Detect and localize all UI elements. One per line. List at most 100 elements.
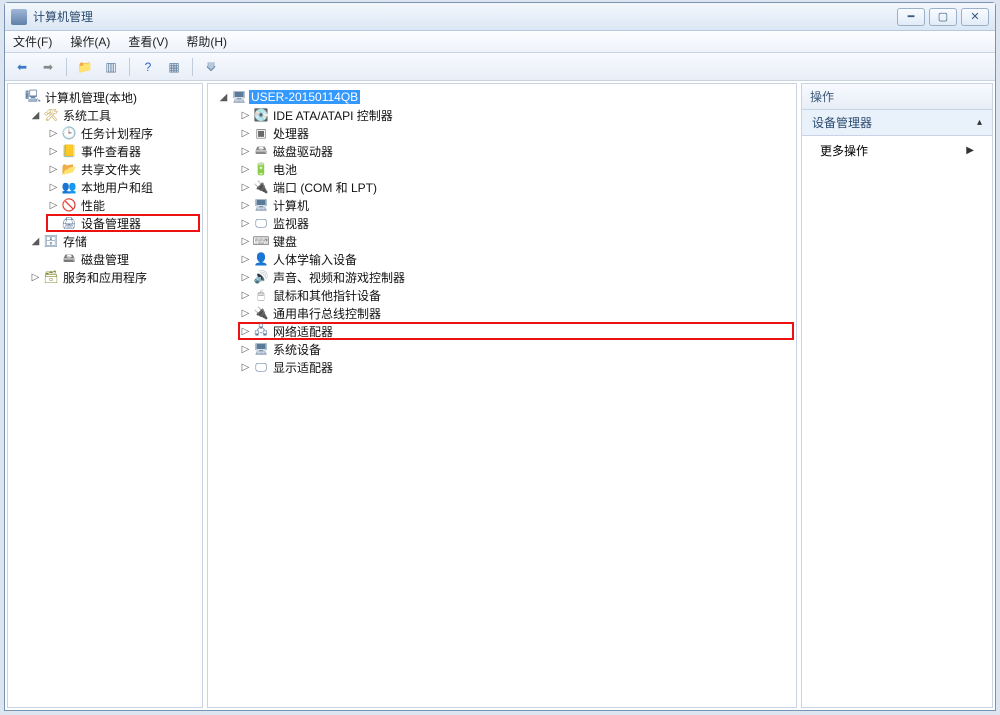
tree-event-viewer[interactable]: ▷ 📒 事件查看器 [46,142,200,160]
expand-icon[interactable]: ▷ [240,326,251,337]
device-root-computer[interactable]: ◢ 🖥 USER-20150114QB [216,88,794,106]
expand-icon[interactable]: ▷ [240,308,251,319]
menu-help[interactable]: 帮助(H) [186,33,227,50]
tree-label: USER-20150114QB [249,90,360,104]
tree-label: 计算机 [271,197,311,214]
expand-icon[interactable]: ▷ [240,164,251,175]
expand-icon[interactable]: ▷ [48,146,59,157]
tree-label: 系统设备 [271,341,323,358]
performance-icon: 🚫 [61,197,77,213]
refresh-icon: ⟱ [206,60,216,74]
expand-icon[interactable]: ▷ [240,146,251,157]
cpu-icon: ▣ [253,125,269,141]
expand-icon[interactable]: ▷ [48,182,59,193]
device-ide-controllers[interactable]: ▷ 💽 IDE ATA/ATAPI 控制器 [238,106,794,124]
tree-performance[interactable]: ▷ 🚫 性能 [46,196,200,214]
forward-button[interactable]: ➡ [37,56,59,78]
tree-task-scheduler[interactable]: ▷ 🕒 任务计划程序 [46,124,200,142]
collapse-icon[interactable]: ◢ [218,92,229,103]
usb-icon: 🔌 [253,305,269,321]
tree-label: 键盘 [271,233,299,250]
actions-pane: 操作 设备管理器 ▴ 更多操作 ▶ [801,83,993,708]
device-processors[interactable]: ▷ ▣ 处理器 [238,124,794,142]
blank-expand-icon [48,218,59,229]
computer-icon: 🖥 [253,197,269,213]
device-battery[interactable]: ▷ 🔋 电池 [238,160,794,178]
actions-more[interactable]: 更多操作 ▶ [802,136,992,165]
expand-icon[interactable]: ▷ [240,344,251,355]
device-mouse[interactable]: ▷ 🖱 鼠标和其他指针设备 [238,286,794,304]
menu-view[interactable]: 查看(V) [128,33,168,50]
tree-label: 磁盘管理 [79,251,131,268]
device-computers[interactable]: ▷ 🖥 计算机 [238,196,794,214]
tree-device-manager[interactable]: 🖨 设备管理器 [46,214,200,232]
device-disk-drives[interactable]: ▷ 🖴 磁盘驱动器 [238,142,794,160]
actions-section-device-manager[interactable]: 设备管理器 ▴ [802,110,992,136]
tree-disk-management[interactable]: 🖴 磁盘管理 [46,250,200,268]
device-network-adapters[interactable]: ▷ 🖧 网络适配器 [238,322,794,340]
tree-label: 显示适配器 [271,359,335,376]
expand-icon[interactable]: ▷ [240,182,251,193]
device-hid[interactable]: ▷ 👤 人体学输入设备 [238,250,794,268]
expand-icon[interactable]: ▷ [240,362,251,373]
expand-icon[interactable]: ▷ [48,128,59,139]
display-adapter-icon: 🖵 [253,359,269,375]
expand-icon[interactable]: ▷ [48,164,59,175]
battery-icon: 🔋 [253,161,269,177]
device-system-devices[interactable]: ▷ 🖥 系统设备 [238,340,794,358]
actions-section-label: 设备管理器 [812,114,872,131]
expand-icon[interactable]: ▷ [240,254,251,265]
tree-root-computer-management[interactable]: 🖳 计算机管理(本地) [10,88,200,106]
expand-icon[interactable]: ▷ [240,290,251,301]
device-monitors[interactable]: ▷ 🖵 监视器 [238,214,794,232]
submenu-arrow-icon: ▶ [966,145,974,156]
ide-icon: 💽 [253,107,269,123]
collapse-icon[interactable]: ◢ [30,236,41,247]
device-keyboards[interactable]: ▷ ⌨ 键盘 [238,232,794,250]
tree-shared-folders[interactable]: ▷ 📂 共享文件夹 [46,160,200,178]
expand-icon[interactable]: ▷ [240,218,251,229]
tree-label: 本地用户和组 [79,179,155,196]
tree-label: 设备管理器 [79,215,143,232]
maximize-button[interactable]: ▢ [929,8,957,26]
device-sound[interactable]: ▷ 🔊 声音、视频和游戏控制器 [238,268,794,286]
expand-icon[interactable]: ▷ [240,200,251,211]
expand-icon[interactable]: ▷ [240,128,251,139]
expand-icon[interactable]: ▷ [30,272,41,283]
collapse-icon[interactable]: ◢ [30,110,41,121]
panes-button[interactable]: ▥ [100,56,122,78]
menu-file[interactable]: 文件(F) [13,33,52,50]
tree-label: 声音、视频和游戏控制器 [271,269,407,286]
expand-icon[interactable]: ▷ [48,200,59,211]
back-button[interactable]: ⬅ [11,56,33,78]
disk-icon: 🖴 [61,251,77,267]
tree-label: 服务和应用程序 [61,269,149,286]
tree-local-users[interactable]: ▷ 👥 本地用户和组 [46,178,200,196]
app-icon [11,9,27,25]
tools-icon: 🛠 [43,107,59,123]
tree-services-apps[interactable]: ▷ 🗃 服务和应用程序 [28,268,200,286]
tree-storage[interactable]: ◢ 🗄 存储 [28,232,200,250]
up-folder-button[interactable]: 📁 [74,56,96,78]
collapse-icon[interactable] [12,92,23,103]
toolbar-separator [192,58,193,76]
tree-label: 通用串行总线控制器 [271,305,383,322]
close-button[interactable]: ✕ [961,8,989,26]
expand-icon[interactable]: ▷ [240,110,251,121]
device-ports[interactable]: ▷ 🔌 端口 (COM 和 LPT) [238,178,794,196]
expand-icon[interactable]: ▷ [240,272,251,283]
device-display-adapters[interactable]: ▷ 🖵 显示适配器 [238,358,794,376]
hid-icon: 👤 [253,251,269,267]
menu-action[interactable]: 操作(A) [70,33,110,50]
tree-label: 人体学输入设备 [271,251,359,268]
expand-icon[interactable]: ▷ [240,236,251,247]
toolbar: ⬅ ➡ 📁 ▥ ? ▦ ⟱ [5,53,995,81]
device-usb[interactable]: ▷ 🔌 通用串行总线控制器 [238,304,794,322]
tree-system-tools[interactable]: ◢ 🛠 系统工具 [28,106,200,124]
help-toolbar-button[interactable]: ? [137,56,159,78]
refresh-button[interactable]: ⟱ [200,56,222,78]
properties-button[interactable]: ▦ [163,56,185,78]
minimize-button[interactable]: ━ [897,8,925,26]
tree-label: 网络适配器 [271,323,335,340]
tree-label: 存储 [61,233,89,250]
